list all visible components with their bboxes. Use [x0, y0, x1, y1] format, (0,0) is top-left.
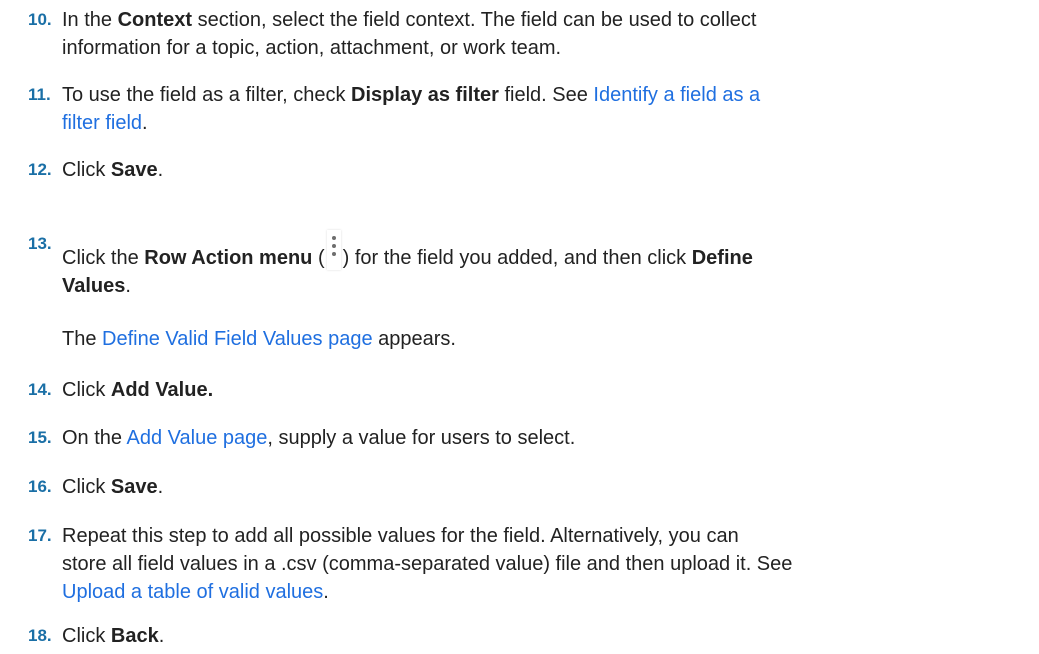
- add-value-page-link[interactable]: Add Value page: [127, 427, 268, 449]
- identify-filter-field-link[interactable]: Identify a field as a: [593, 84, 760, 106]
- bold-term: Save: [110, 476, 158, 498]
- step-13-result: The Define Valid Field Values page appea…: [62, 325, 1022, 353]
- text: Click: [62, 159, 111, 181]
- text: store all field values in a .csv (comma-…: [62, 553, 793, 575]
- vertical-ellipsis-icon: [326, 230, 341, 270]
- bold-term: Values: [62, 275, 126, 297]
- text: In the: [62, 9, 118, 31]
- step-text: Click Add Value.: [62, 376, 1022, 404]
- text: (: [312, 247, 325, 269]
- text: .: [158, 625, 165, 647]
- procedure-steps: 10. In the Context section, select the f…: [0, 0, 1039, 654]
- text: appears.: [372, 328, 456, 350]
- step-text: Click Back.: [62, 622, 1022, 650]
- text: section, select the field context. The f…: [192, 9, 757, 31]
- text: field. See: [498, 84, 594, 106]
- bold-term: Display as filter: [351, 84, 499, 106]
- step-text: On the Add Value page, supply a value fo…: [62, 424, 1022, 452]
- text: Click the: [62, 247, 145, 269]
- step-text: Click the Row Action menu ( ) for the fie…: [62, 230, 1022, 300]
- step-text: Repeat this step to add all possible val…: [62, 522, 1022, 606]
- text: Click: [62, 379, 111, 401]
- text: ) for the field you added, and then clic…: [342, 247, 692, 269]
- text: Repeat this step to add all possible val…: [62, 525, 739, 547]
- define-valid-field-values-link[interactable]: Define Valid Field Values page: [102, 328, 373, 350]
- bold-term: Add Value.: [110, 379, 214, 401]
- text: To use the field as a filter, check: [62, 84, 352, 106]
- text: .: [142, 112, 148, 134]
- step-text: To use the field as a filter, check Disp…: [62, 81, 1022, 137]
- step-text: In the Context section, select the field…: [62, 6, 1022, 62]
- identify-filter-field-link-cont[interactable]: filter field: [62, 112, 142, 134]
- text: Click: [62, 476, 111, 498]
- text: On the: [62, 427, 127, 449]
- text: Click: [62, 625, 111, 647]
- text: .: [323, 581, 329, 603]
- text: The: [62, 328, 103, 350]
- text: .: [157, 476, 164, 498]
- text: , supply a value for users to select.: [267, 427, 576, 449]
- bold-term: Define: [691, 247, 753, 269]
- bold-term: Context: [117, 9, 193, 31]
- text: .: [125, 275, 131, 297]
- bold-term: Row Action menu: [144, 247, 313, 269]
- bold-term: Back: [110, 625, 159, 647]
- bold-term: Save: [110, 159, 158, 181]
- step-text: Click Save.: [62, 156, 1022, 184]
- step-text: Click Save.: [62, 473, 1022, 501]
- text: .: [157, 159, 164, 181]
- upload-valid-values-link[interactable]: Upload a table of valid values: [62, 581, 323, 603]
- text: information for a topic, action, attachm…: [62, 37, 562, 59]
